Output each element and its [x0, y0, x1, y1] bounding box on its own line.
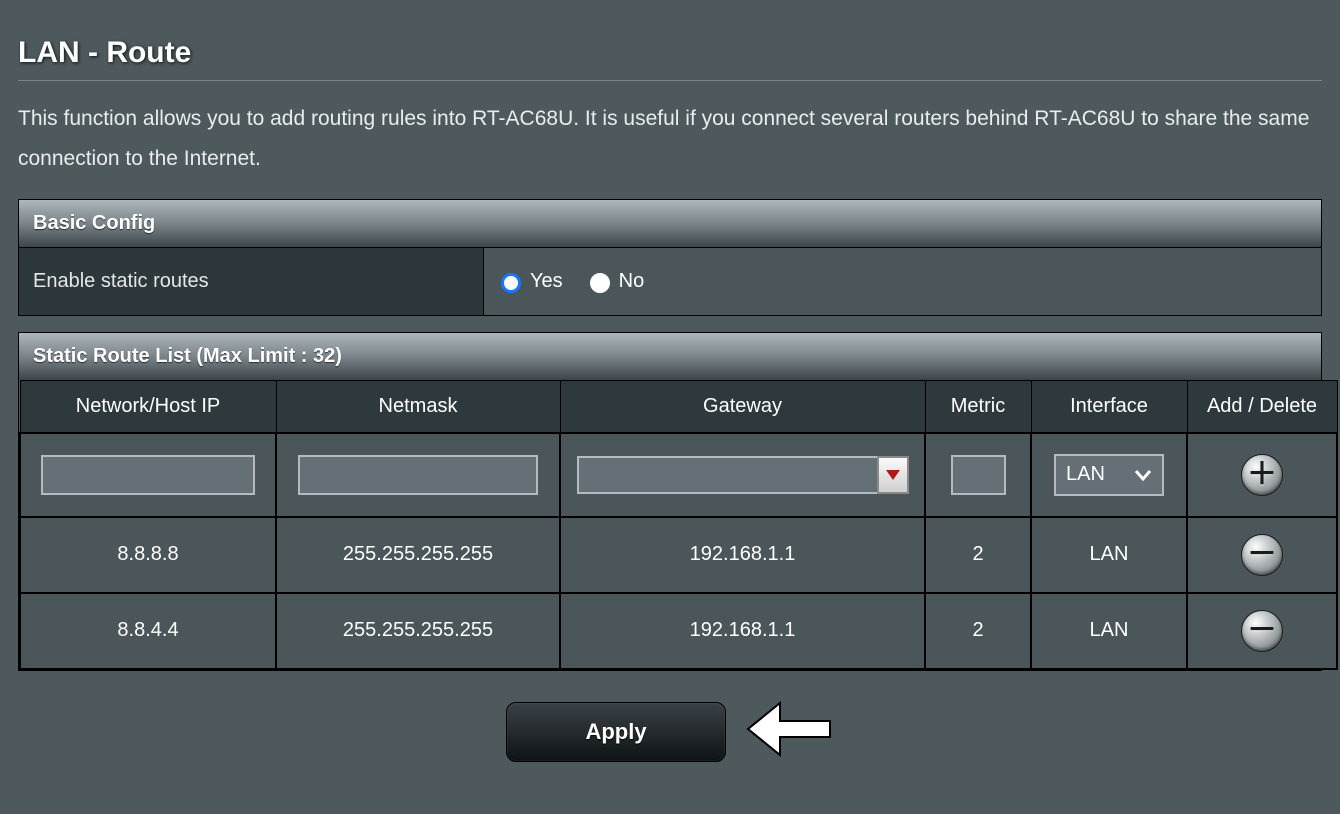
minus-icon: － [1247, 616, 1277, 646]
apply-button[interactable]: Apply [506, 702, 726, 762]
basic-config-panel: Basic Config Enable static routes Yes No [18, 199, 1322, 316]
arrow-left-icon [744, 693, 834, 771]
static-route-table: Network/Host IP Netmask Gateway Metric I… [19, 380, 1338, 670]
cell-metric: 2 [925, 517, 1031, 593]
static-route-header: Static Route List (Max Limit : 32) [19, 333, 1321, 380]
cell-ip: 8.8.8.8 [20, 517, 276, 593]
table-header-row: Network/Host IP Netmask Gateway Metric I… [20, 380, 1337, 433]
plus-icon: ＋ [1247, 460, 1277, 490]
delete-route-button[interactable]: － [1241, 610, 1283, 652]
input-gateway[interactable] [577, 456, 877, 494]
radio-yes-label: Yes [530, 270, 563, 293]
enable-static-routes-row: Enable static routes Yes No [19, 247, 1321, 315]
table-row: 8.8.8.8 255.255.255.255 192.168.1.1 2 LA… [20, 517, 1337, 593]
input-ip[interactable] [41, 455, 255, 495]
static-route-panel: Static Route List (Max Limit : 32) Netwo… [18, 332, 1322, 671]
input-metric[interactable] [951, 455, 1006, 495]
radio-no[interactable] [590, 273, 610, 293]
cell-gateway: 192.168.1.1 [560, 517, 925, 593]
enable-no-option[interactable]: No [585, 270, 645, 293]
page-description: This function allows you to add routing … [18, 99, 1322, 179]
interface-select-value: LAN [1066, 463, 1105, 486]
divider [18, 80, 1322, 81]
delete-route-button[interactable]: － [1241, 534, 1283, 576]
col-header-netmask: Netmask [276, 380, 560, 433]
minus-icon: － [1247, 540, 1277, 570]
col-header-ip: Network/Host IP [20, 380, 276, 433]
cell-interface: LAN [1031, 517, 1187, 593]
col-header-action: Add / Delete [1187, 380, 1337, 433]
basic-config-header: Basic Config [19, 200, 1321, 247]
interface-select[interactable]: LAN [1054, 454, 1164, 496]
caret-down-icon [886, 470, 900, 480]
input-netmask[interactable] [298, 455, 537, 495]
cell-interface: LAN [1031, 593, 1187, 669]
cell-netmask: 255.255.255.255 [276, 593, 560, 669]
cell-netmask: 255.255.255.255 [276, 517, 560, 593]
enable-static-routes-label: Enable static routes [19, 248, 484, 315]
table-row: 8.8.4.4 255.255.255.255 192.168.1.1 2 LA… [20, 593, 1337, 669]
col-header-metric: Metric [925, 380, 1031, 433]
add-route-button[interactable]: ＋ [1241, 454, 1283, 496]
page-title: LAN - Route [18, 36, 1322, 70]
table-input-row: LAN ＋ [20, 433, 1337, 517]
enable-yes-option[interactable]: Yes [496, 270, 563, 293]
radio-yes[interactable] [501, 273, 521, 293]
chevron-down-icon [1134, 469, 1152, 481]
gateway-dropdown-button[interactable] [877, 456, 909, 494]
col-header-interface: Interface [1031, 380, 1187, 433]
cell-gateway: 192.168.1.1 [560, 593, 925, 669]
cell-metric: 2 [925, 593, 1031, 669]
col-header-gateway: Gateway [560, 380, 925, 433]
cell-ip: 8.8.4.4 [20, 593, 276, 669]
radio-no-label: No [619, 270, 645, 293]
